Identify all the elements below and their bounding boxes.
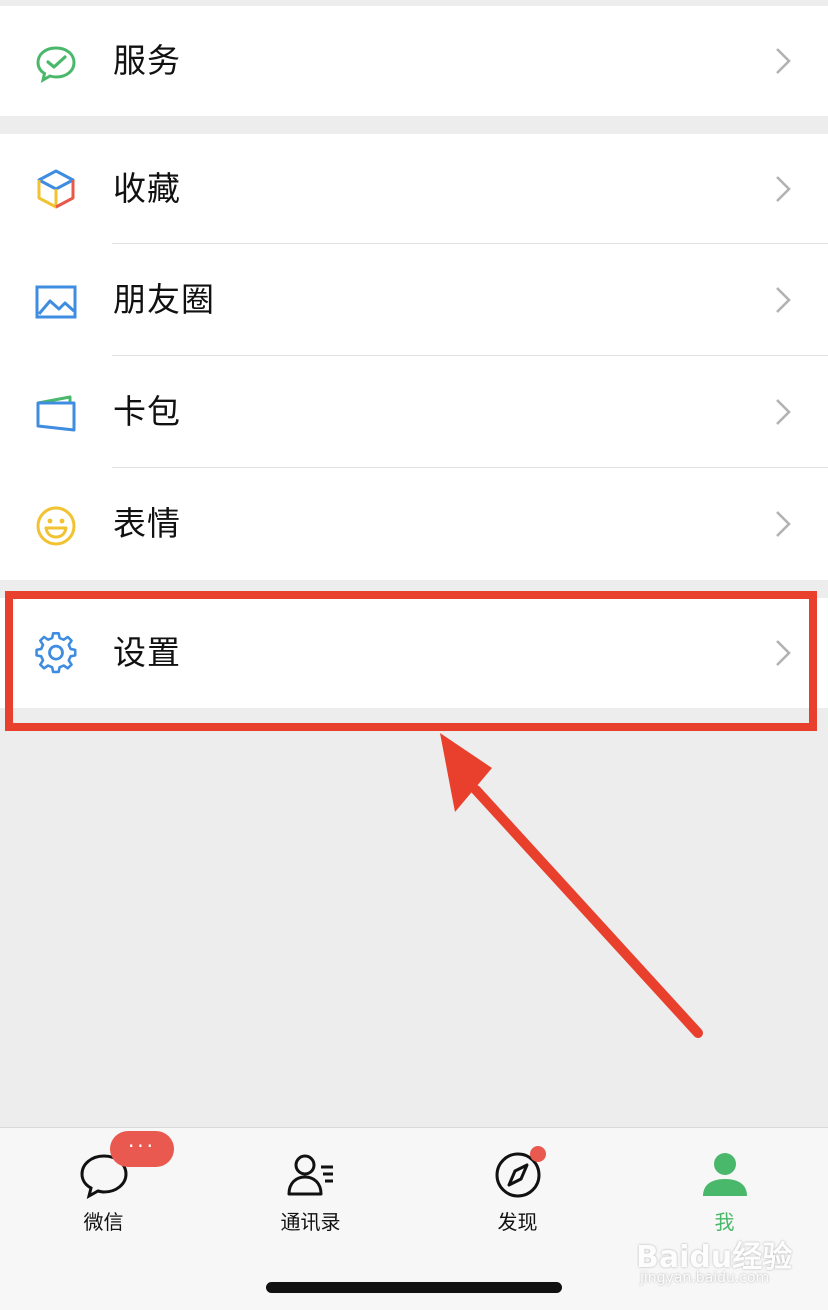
tab-label-chats: 微信 [83,1210,124,1234]
menu-item-services[interactable]: 服务 [0,6,828,116]
card-wallet-icon [34,392,78,436]
menu-item-moments[interactable]: 朋友圈 [0,244,828,356]
tab-label-discover: 发现 [497,1210,538,1234]
favorites-cube-icon [34,167,78,211]
tab-label-me: 我 [714,1210,735,1234]
menu-label-moments: 朋友圈 [113,280,215,319]
person-icon [699,1150,751,1200]
menu-group-services: 服务 [0,6,828,116]
menu-group-main: 收藏 朋友圈 卡包 表情 [0,134,828,580]
tab-discover[interactable]: 发现 [414,1128,621,1248]
chevron-right-icon [774,175,792,203]
menu-label-card-wallet: 卡包 [113,392,181,431]
menu-label-favorites: 收藏 [113,169,181,208]
discover-red-dot [530,1146,546,1162]
menu-label-stickers: 表情 [113,504,181,543]
moments-photo-icon [34,280,78,324]
highlight-box-settings [5,591,817,731]
menu-item-stickers[interactable]: 表情 [0,468,828,580]
tab-contacts[interactable]: 通讯录 [207,1128,414,1248]
wechat-pay-service-icon [34,42,78,86]
baidu-watermark-url: jingyan.baidu.com [640,1270,770,1286]
unread-badge: ··· [110,1131,174,1167]
contacts-icon [285,1150,337,1200]
tab-chats[interactable]: 微信 [0,1128,207,1248]
home-indicator[interactable] [266,1282,562,1293]
chevron-right-icon [774,286,792,314]
tab-me[interactable]: 我 [621,1128,828,1248]
menu-label-services: 服务 [113,41,181,80]
chevron-right-icon [774,398,792,426]
smiley-icon [34,504,78,548]
tab-label-contacts: 通讯录 [280,1210,341,1234]
chevron-right-icon [774,510,792,538]
menu-item-favorites[interactable]: 收藏 [0,134,828,244]
menu-item-card-wallet[interactable]: 卡包 [0,356,828,468]
chevron-right-icon [774,47,792,75]
